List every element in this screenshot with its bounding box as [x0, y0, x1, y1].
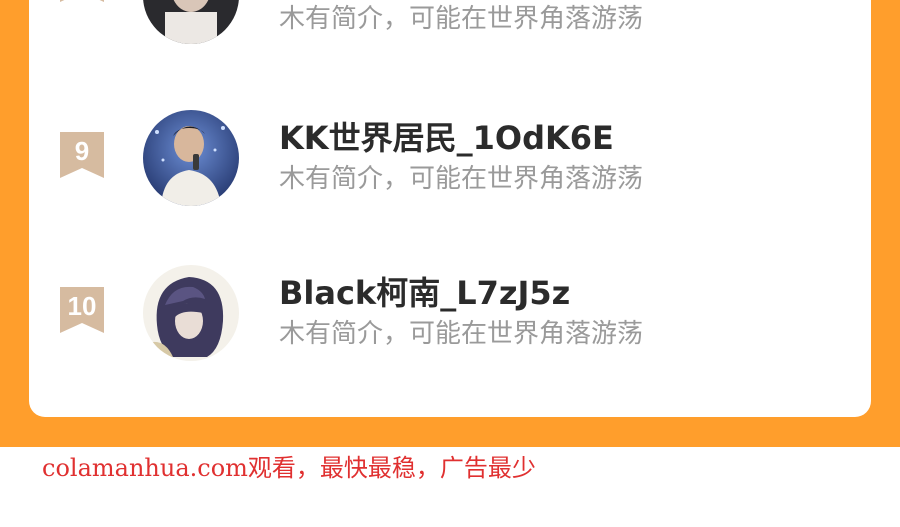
user-avatar[interactable] [143, 0, 239, 44]
user-bio: 木有简介，可能在世界角落游荡 [279, 164, 644, 194]
rank-number: 9 [74, 136, 90, 166]
user-name[interactable]: Black柯南_L7zJ5z [279, 273, 570, 313]
rank-badge: 9 [60, 132, 104, 178]
user-name[interactable]: KK世界居民_1OdK6E [279, 118, 614, 158]
user-avatar-photo-icon [143, 110, 239, 206]
user-avatar-anime-icon [143, 265, 239, 361]
ranking-card: 8 木有简介，可能在世界角落游荡 9 [29, 0, 871, 417]
ranking-row-9[interactable]: 9 KK世界居民_1OdK6E 木有简介，可能在世界角落游荡 [29, 110, 871, 230]
rank-badge: 8 [60, 0, 104, 2]
user-bio: 木有简介，可能在世界角落游荡 [279, 4, 644, 34]
rank-number: 10 [67, 291, 97, 321]
ranking-row-8[interactable]: 8 木有简介，可能在世界角落游荡 [29, 0, 871, 76]
user-avatar[interactable] [143, 265, 239, 361]
user-bio: 木有简介，可能在世界角落游荡 [279, 319, 644, 349]
rank-badge: 10 [60, 287, 104, 333]
user-avatar-photo-icon [143, 0, 239, 44]
bookmark-ribbon-icon [60, 0, 104, 2]
ranking-row-10[interactable]: 10 Black柯南_L7zJ5z 木有简介，可能在世界角落游荡 [29, 265, 871, 385]
user-avatar[interactable] [143, 110, 239, 206]
footer-ad-text: colamanhua.com观看，最快最稳，广告最少 [42, 454, 536, 482]
